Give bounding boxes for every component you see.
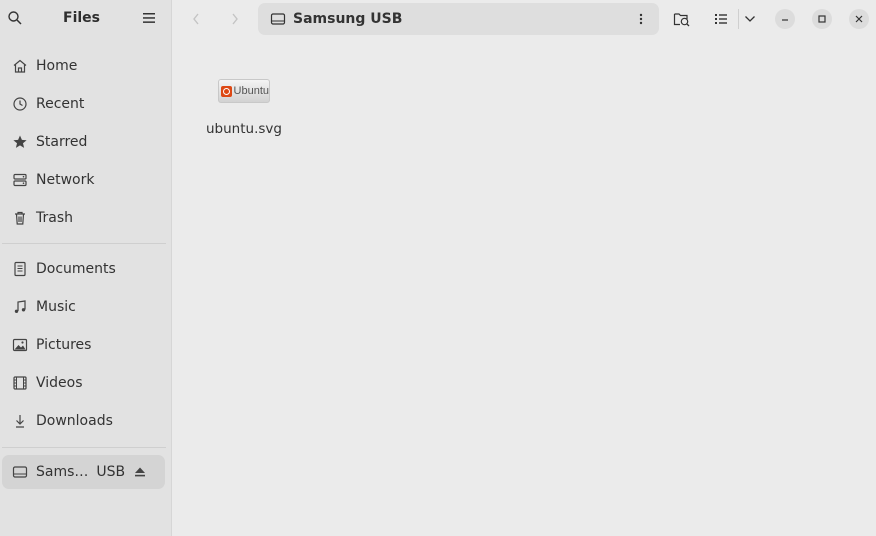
close-button[interactable] (849, 9, 869, 29)
sidebar-item-home[interactable]: Home (2, 49, 165, 83)
device-name-end: USB (96, 464, 126, 480)
sidebar-divider (2, 447, 166, 448)
sidebar-item-samsung-usb[interactable]: Sams… USB (2, 455, 165, 489)
clock-icon (10, 94, 30, 114)
sidebar-item-label: Pictures (36, 337, 92, 353)
sidebar-item-label: Downloads (36, 413, 113, 429)
toolbar-divider (738, 9, 739, 29)
sidebar-item-downloads[interactable]: Downloads (2, 404, 165, 438)
hamburger-icon (143, 13, 155, 23)
sidebar-item-network[interactable]: Network (2, 163, 165, 197)
location-bar[interactable]: Samsung USB (258, 3, 659, 35)
sidebar-item-label: Trash (36, 210, 73, 226)
folder-search-icon (673, 13, 690, 27)
file-thumbnail: Ubuntu (218, 79, 270, 103)
sidebar-item-label: Videos (36, 375, 83, 391)
sidebar-header: Files (0, 0, 171, 38)
view-options-button[interactable] (740, 8, 760, 30)
video-icon (10, 373, 30, 393)
star-icon (10, 132, 30, 152)
ubuntu-logo-icon (221, 85, 232, 97)
location-title: Samsung USB (293, 11, 403, 27)
back-button[interactable] (185, 8, 207, 30)
sidebar-item-videos[interactable]: Videos (2, 366, 165, 400)
search-folder-button[interactable] (671, 8, 693, 30)
sidebar-item-music[interactable]: Music (2, 290, 165, 324)
kebab-icon (639, 13, 643, 25)
maximize-button[interactable] (812, 9, 832, 29)
device-name-start: Sams… (36, 464, 89, 480)
sidebar-item-pictures[interactable]: Pictures (2, 328, 165, 362)
sidebar-item-label: Network (36, 172, 95, 188)
location-menu-button[interactable] (633, 10, 649, 28)
minimize-button[interactable] (775, 9, 795, 29)
sidebar-item-label: Starred (36, 134, 88, 150)
forward-button[interactable] (224, 8, 246, 30)
sidebar-item-label: Documents (36, 261, 116, 277)
sidebar-divider (2, 243, 166, 244)
sidebar-item-starred[interactable]: Starred (2, 125, 165, 159)
eject-button[interactable] (133, 465, 147, 479)
sidebar-item-trash[interactable]: Trash (2, 201, 165, 235)
trash-icon (10, 208, 30, 228)
minimize-icon (782, 19, 788, 21)
list-view-button[interactable] (710, 8, 732, 30)
document-icon (10, 259, 30, 279)
thumbnail-text: Ubuntu (233, 85, 269, 97)
sidebar-item-label: Music (36, 299, 76, 315)
chevron-right-icon (232, 13, 238, 25)
network-icon (10, 170, 30, 190)
music-icon (10, 297, 30, 317)
chevron-down-icon (745, 16, 755, 22)
sidebar-item-recent[interactable]: Recent (2, 87, 165, 121)
drive-icon (270, 10, 288, 28)
drive-icon (10, 462, 30, 482)
maximize-icon (818, 15, 826, 23)
picture-icon (10, 335, 30, 355)
close-icon (855, 15, 863, 23)
sidebar: Files Home Recent Starred Network Trash … (0, 0, 172, 536)
file-name: ubuntu.svg (206, 121, 282, 137)
sidebar-item-label: Sams… USB (36, 464, 125, 480)
eject-icon (135, 467, 145, 477)
list-view-icon (715, 14, 727, 24)
download-icon (10, 411, 30, 431)
sidebar-item-documents[interactable]: Documents (2, 252, 165, 286)
home-icon (10, 56, 30, 76)
file-item[interactable]: Ubuntu ubuntu.svg (198, 66, 290, 137)
chevron-left-icon (193, 13, 199, 25)
main-menu-button[interactable] (139, 8, 159, 28)
sidebar-item-label: Home (36, 58, 78, 74)
sidebar-item-label: Recent (36, 96, 85, 112)
